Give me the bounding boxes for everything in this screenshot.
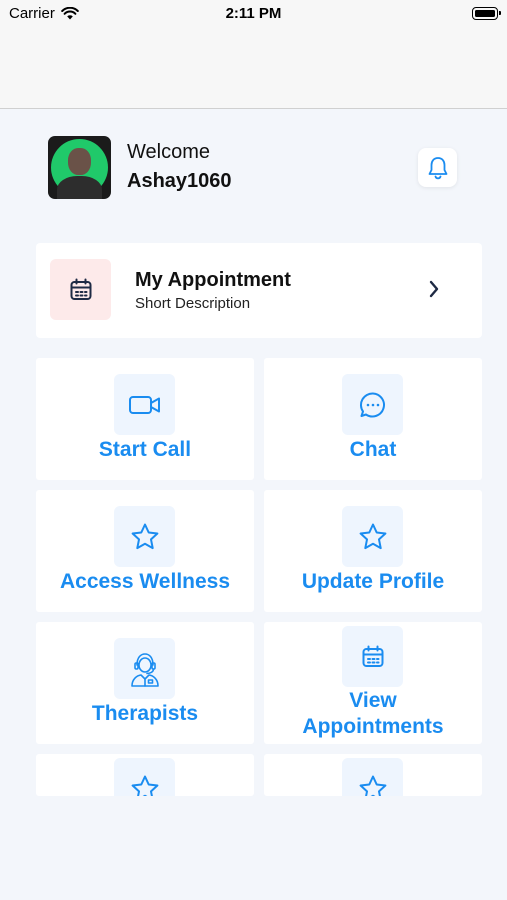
update-profile-label: Update Profile: [301, 570, 445, 593]
start-call-label: Start Call: [98, 438, 192, 461]
partial-tile-right-icon-box: [342, 758, 403, 796]
chat-bubble-icon: [358, 390, 388, 420]
appointment-icon-box: [50, 259, 111, 320]
chevron-right-icon: [428, 279, 440, 299]
status-bar: Carrier 2:11 PM: [0, 0, 507, 30]
my-appointment-card[interactable]: My Appointment Short Description: [36, 243, 482, 338]
access-wellness-icon-box: [114, 506, 175, 567]
appointment-description: Short Description: [135, 295, 251, 312]
start-call-icon-box: [114, 374, 175, 435]
view-appointments-label-line1: View: [349, 689, 397, 712]
calendar-icon: [68, 277, 94, 303]
partial-tile-left-icon-box: [114, 758, 175, 796]
view-appointments-icon-box: [342, 626, 403, 687]
update-profile-icon-box: [342, 506, 403, 567]
video-camera-icon: [128, 393, 162, 417]
chat-label: Chat: [349, 438, 397, 461]
therapist-icon: [128, 650, 162, 688]
start-call-tile[interactable]: Start Call: [36, 358, 254, 480]
star-icon: [357, 521, 389, 553]
navigation-bar: [0, 30, 507, 109]
appointment-title: My Appointment: [135, 269, 291, 291]
partial-tile-right[interactable]: [264, 754, 482, 796]
avatar-body: [57, 176, 102, 199]
chat-tile[interactable]: Chat: [264, 358, 482, 480]
view-appointments-tile[interactable]: View Appointments: [264, 622, 482, 744]
welcome-text: Welcome: [127, 141, 210, 163]
avatar-head: [68, 148, 91, 175]
bell-icon: [426, 155, 450, 181]
therapists-tile[interactable]: Therapists: [36, 622, 254, 744]
therapists-label: Therapists: [91, 702, 199, 725]
calendar-icon: [360, 644, 386, 670]
notifications-button[interactable]: [418, 148, 457, 187]
therapists-icon-box: [114, 638, 175, 699]
update-profile-tile[interactable]: Update Profile: [264, 490, 482, 612]
avatar[interactable]: [48, 136, 111, 199]
username: Ashay1060: [127, 170, 232, 192]
access-wellness-tile[interactable]: Access Wellness: [36, 490, 254, 612]
chat-icon-box: [342, 374, 403, 435]
partial-tile-left[interactable]: [36, 754, 254, 796]
star-icon: [129, 773, 161, 796]
star-icon: [357, 773, 389, 796]
access-wellness-label: Access Wellness: [59, 570, 231, 593]
battery-icon: [472, 7, 501, 20]
status-time: 2:11 PM: [225, 5, 282, 22]
view-appointments-label-line2: Appointments: [302, 715, 444, 738]
star-icon: [129, 521, 161, 553]
